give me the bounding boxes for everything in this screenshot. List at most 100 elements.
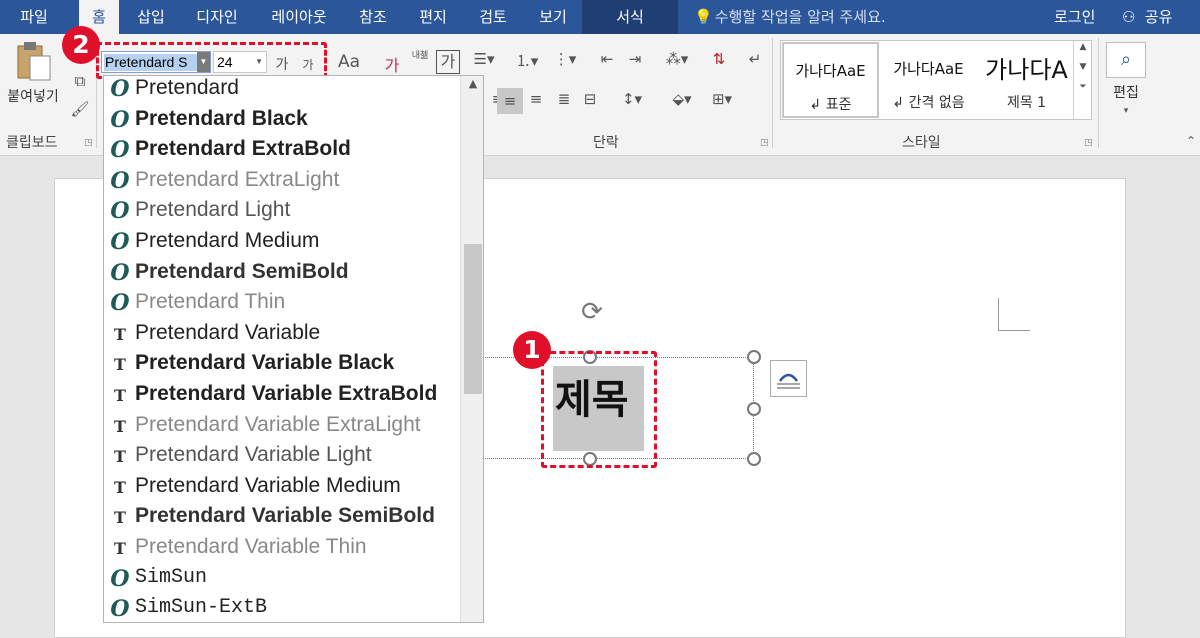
truetype-icon: T [114,324,126,344]
distribute-icon[interactable]: ⊟ [580,90,600,108]
clipboard-launcher-icon[interactable]: ◳ [84,138,93,148]
tab-format[interactable]: 서식 [582,0,678,34]
paste-icon[interactable] [14,40,54,84]
sort-icon[interactable]: ⇅ [708,50,730,68]
paragraph-group-label: 단락 [593,135,619,151]
font-list-item[interactable]: T Pretendard Variable ExtraBold [104,380,460,410]
chevron-down-icon[interactable]: ▾ [1116,106,1136,116]
divider [1098,38,1099,148]
font-list-item[interactable]: O Pretendard Light [104,196,460,226]
resize-handle[interactable] [747,350,761,364]
font-list-item[interactable]: O Pretendard ExtraLight [104,166,460,196]
resize-handle[interactable] [747,402,761,416]
opentype-icon: O [110,76,130,102]
editing-label[interactable]: 편집 [1106,82,1146,102]
justify-icon[interactable]: ≣ [554,90,574,108]
more-icon[interactable]: ⏷ [1074,82,1092,92]
font-name-label: Pretendard Variable ExtraBold [135,382,438,405]
numbering-icon[interactable]: ⒈▾ [510,50,544,71]
tab-view[interactable]: 보기 [526,0,580,34]
line-spacing-icon[interactable]: ↕▾ [614,90,650,108]
tab-review[interactable]: 검토 [466,0,520,34]
opentype-icon: O [110,290,130,317]
font-list-item[interactable]: O Pretendard Medium [104,227,460,257]
font-list-item[interactable]: O Pretendard SemiBold [104,258,460,288]
scroll-down-icon[interactable]: ▼ [1074,62,1092,72]
align-right-icon[interactable]: ≡ [526,90,546,108]
shading-icon[interactable]: ⬙▾ [664,90,700,108]
paste-label[interactable]: 붙여넣기 [0,86,66,106]
font-list-item[interactable]: O Pretendard [104,76,460,104]
tab-references[interactable]: 참조 [346,0,400,34]
font-list-item[interactable]: T Pretendard Variable Medium [104,472,460,502]
font-list-item[interactable]: T Pretendard Variable Black [104,349,460,379]
clipboard-group-label: 클립보드 [6,135,58,151]
scroll-up-icon[interactable]: ▲ [464,77,482,97]
decrease-indent-icon[interactable]: ⇤ [596,50,618,68]
sign-in-link[interactable]: 로그인 [1054,0,1095,34]
style-heading-1[interactable]: 가나다A 제목 1 [978,42,1075,118]
tab-layout[interactable]: 레이아웃 [258,0,340,34]
clear-format-button[interactable]: 가 [380,52,404,76]
font-list-item[interactable]: O SimSun [104,564,460,594]
layout-options-icon[interactable] [770,360,807,397]
paragraph-launcher-icon[interactable]: ◳ [760,138,769,148]
share-button[interactable]: ⚇ 공유 [1122,0,1172,34]
styles-group-label: 스타일 [902,135,941,151]
tab-design[interactable]: 디자인 [184,0,250,34]
opentype-icon: O [110,259,130,286]
borders-icon[interactable]: ⊞▾ [704,90,740,108]
opentype-icon: O [110,198,130,225]
format-painter-icon[interactable]: 🖌 [70,100,90,118]
font-list-item[interactable]: T Pretendard Variable [104,319,460,349]
font-list-item[interactable]: T Pretendard Variable Light [104,441,460,471]
font-list-item[interactable]: O SimSun-ExtB [104,594,460,622]
font-list-item[interactable]: T Pretendard Variable SemiBold [104,502,460,532]
lightbulb-icon: 💡 [694,8,713,26]
phonetic-guide-button[interactable]: 내첾 [408,48,432,61]
font-list-item[interactable]: O Pretendard Thin [104,288,460,318]
font-name-label: Pretendard Variable [135,320,321,344]
tab-mailings[interactable]: 편지 [406,0,460,34]
gallery-scroll[interactable]: ▲ ▼ ⏷ [1073,40,1092,120]
font-list-item[interactable]: O Pretendard ExtraBold [104,135,460,165]
style-normal[interactable]: 가나다AaE ↲ 표준 [782,42,879,118]
char-border-button[interactable]: 가 [436,50,460,74]
styles-gallery: 가나다AaE ↲ 표준 가나다AaE ↲ 간격 없음 가나다A 제목 1 [780,40,1092,120]
multilevel-list-icon[interactable]: ⋮▾ [548,50,582,68]
style-no-spacing[interactable]: 가나다AaE ↲ 간격 없음 [880,42,977,118]
align-center-icon[interactable]: ≡ [497,88,523,114]
find-icon[interactable]: ⌕ [1106,42,1146,78]
resize-handle[interactable] [747,452,761,466]
asian-layout-icon[interactable]: ⁂▾ [660,50,694,68]
style-sample: 가나다AaE [893,60,964,78]
font-name-label: Pretendard Light [135,198,291,222]
divider [772,38,773,148]
font-name-label: Pretendard Medium [135,229,320,252]
rotate-handle-icon[interactable]: ⟳ [577,298,607,328]
font-list-item[interactable]: O Pretendard Black [104,105,460,135]
truetype-icon: T [114,416,126,436]
style-name: ↲ 표준 [809,97,852,113]
truetype-icon: T [114,355,126,375]
font-list-item[interactable]: T Pretendard Variable Thin [104,533,460,563]
show-marks-icon[interactable]: ↵ [744,50,766,68]
copy-icon[interactable]: ⧉ [70,72,90,90]
font-name-label: SimSun [135,565,208,589]
tell-me-box[interactable]: 💡 수행할 작업을 알려 주세요. [694,0,886,34]
font-list-scrollbar[interactable]: ▲ [460,76,483,622]
collapse-ribbon-icon[interactable]: ⌃ [1184,134,1198,148]
font-name-label: Pretendard Variable Black [135,351,395,375]
truetype-icon: T [114,386,126,405]
scroll-up-icon[interactable]: ▲ [1074,42,1092,52]
increase-indent-icon[interactable]: ⇥ [624,50,646,68]
tab-insert[interactable]: 삽입 [124,0,178,34]
styles-launcher-icon[interactable]: ◳ [1084,138,1093,148]
highlight-box-title [541,351,657,468]
scrollbar-thumb[interactable] [464,244,482,394]
style-name: ↲ 간격 없음 [892,95,965,111]
font-list-item[interactable]: T Pretendard Variable ExtraLight [104,411,460,441]
tab-file[interactable]: 파일 [0,0,68,34]
change-case-button[interactable]: Aa [333,52,365,72]
bullets-icon[interactable]: ☰▾ [470,50,498,68]
